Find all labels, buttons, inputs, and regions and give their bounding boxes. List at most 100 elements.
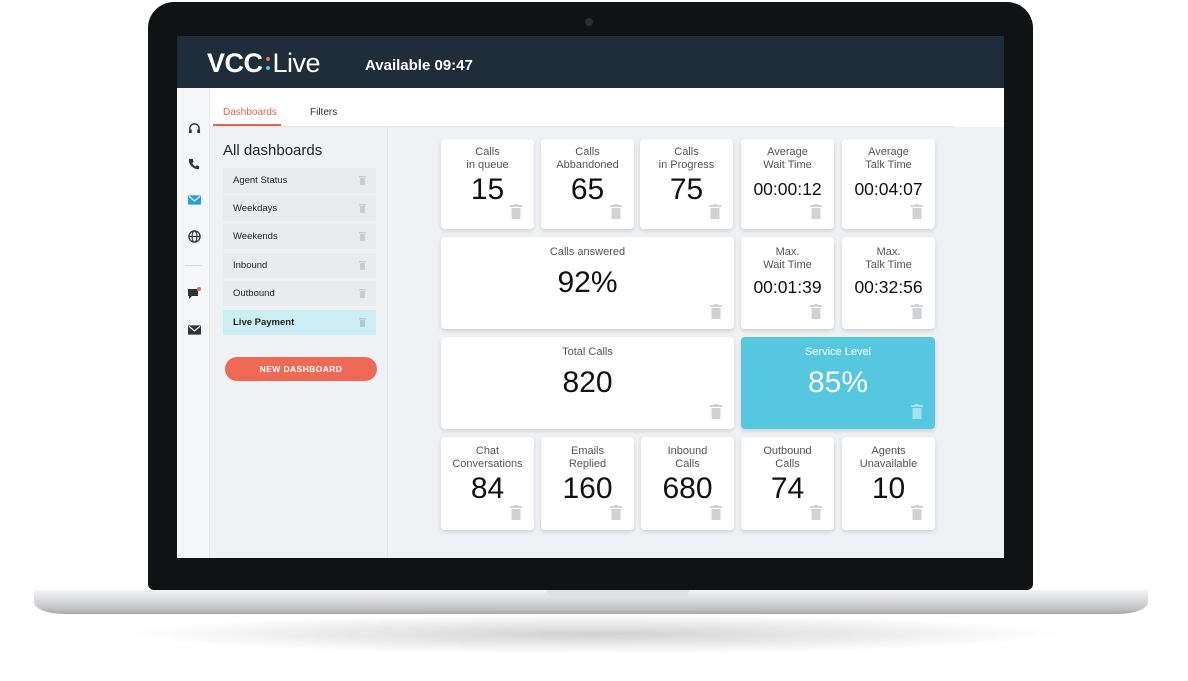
vcc-live-logo: VCC Live [207, 47, 321, 78]
metric-card-emails-replied[interactable]: Emails Replied 160 [541, 437, 634, 530]
metric-card-average-talk-time[interactable]: Average Talk Time 00:04:07 [842, 139, 935, 229]
trash-icon[interactable] [911, 505, 923, 520]
metric-value: 10 [871, 472, 906, 505]
trash-icon[interactable] [610, 204, 622, 219]
trash-icon[interactable] [911, 404, 923, 419]
metric-value: 92% [557, 266, 618, 299]
metric-value: 00:00:12 [753, 179, 822, 199]
mail-icon[interactable] [186, 322, 202, 338]
dashboard-item-label: Outbound [233, 288, 275, 299]
trash-icon[interactable] [710, 304, 722, 319]
metric-value: 820 [562, 366, 613, 399]
trash-icon[interactable] [911, 204, 923, 219]
metric-label: Calls in Progress [658, 146, 715, 171]
dashboard-item-agent-status[interactable]: Agent Status [223, 168, 376, 193]
metric-value: 84 [470, 472, 505, 505]
metric-value: 160 [562, 472, 613, 505]
trash-icon[interactable] [710, 404, 722, 419]
laptop-base [34, 590, 1148, 614]
logo-colon [265, 56, 270, 70]
icon-rail [177, 88, 210, 558]
sidebar-title: All dashboards [223, 142, 323, 159]
trash-icon[interactable] [810, 304, 822, 319]
trash-icon[interactable] [710, 505, 722, 520]
trash-icon[interactable] [810, 204, 822, 219]
trash-icon[interactable] [510, 204, 522, 219]
metric-label: Calls in queue [466, 146, 509, 171]
logo-left: VCC [207, 47, 263, 78]
email-icon[interactable] [186, 192, 202, 208]
trash-icon[interactable] [359, 204, 366, 213]
tab-dashboards[interactable]: Dashboards [223, 107, 277, 118]
metric-card-max-wait-time[interactable]: Max. Wait Time 00:01:39 [741, 237, 834, 329]
trash-icon[interactable] [359, 232, 366, 241]
new-dashboard-button[interactable]: NEW DASHBOARD [225, 357, 377, 381]
trash-icon[interactable] [709, 204, 721, 219]
dashboards-sidebar: All dashboards Agent Status Weekdays Wee… [210, 88, 388, 558]
trash-icon[interactable] [359, 176, 366, 185]
dashboard-item-label: Weekends [233, 231, 278, 242]
trash-icon[interactable] [510, 505, 522, 520]
metric-value: 00:04:07 [854, 179, 923, 199]
trash-icon[interactable] [359, 261, 366, 270]
dashboard-item-weekdays[interactable]: Weekdays [223, 196, 376, 221]
rail-divider [185, 265, 202, 266]
metric-label: Inbound Calls [667, 445, 708, 470]
dashboard-item-label: Agent Status [233, 175, 288, 186]
laptop-notch [547, 590, 689, 598]
dashboard-grid: Calls in queue 15 Calls Abbandoned 65 Ca… [388, 127, 1004, 558]
metric-label: Agents Unavailable [859, 445, 918, 470]
metric-label: Total Calls [562, 346, 613, 358]
dashboard-item-weekends[interactable]: Weekends [223, 224, 376, 249]
dashboard-item-live-payment[interactable]: Live Payment [223, 310, 376, 335]
metric-value: 00:32:56 [854, 277, 923, 297]
tabs-bar: Dashboards Filters [210, 88, 955, 127]
metric-card-inbound-calls[interactable]: Inbound Calls 680 [641, 437, 734, 530]
metric-card-calls-in-queue[interactable]: Calls in queue 15 [441, 139, 534, 229]
metric-card-calls-abandoned[interactable]: Calls Abbandoned 65 [541, 139, 634, 229]
metric-value: 85% [807, 366, 869, 399]
tab-filters[interactable]: Filters [310, 107, 337, 118]
metric-value: 00:01:39 [753, 277, 822, 297]
trash-icon[interactable] [911, 304, 923, 319]
dashboard-item-outbound[interactable]: Outbound [223, 281, 376, 306]
metric-card-calls-in-progress[interactable]: Calls in Progress 75 [640, 139, 733, 229]
trash-icon[interactable] [810, 505, 822, 520]
metric-label: Average Talk Time [865, 146, 912, 171]
metric-value: 75 [669, 173, 704, 206]
metric-label: Emails Replied [568, 445, 607, 470]
metric-value: 680 [662, 472, 713, 505]
agent-status: Available 09:47 [365, 57, 473, 74]
metric-label: Calls Abbandoned [556, 146, 619, 171]
dashboard-item-label: Inbound [233, 260, 268, 271]
app-header: VCC Live Available 09:47 [177, 36, 1004, 88]
trash-icon[interactable] [359, 318, 366, 327]
metric-card-service-level[interactable]: Service Level 85% [741, 337, 935, 429]
metric-card-total-calls[interactable]: Total Calls 820 [441, 337, 734, 429]
active-tab-indicator [213, 124, 281, 126]
metric-card-calls-answered[interactable]: Calls answered 92% [441, 237, 734, 329]
globe-icon[interactable] [186, 228, 202, 244]
metric-card-average-wait-time[interactable]: Average Wait Time 00:00:12 [741, 139, 834, 229]
chat-icon[interactable] [186, 286, 202, 302]
metric-label: Service Level [804, 346, 872, 358]
metric-card-outbound-calls[interactable]: Outbound Calls 74 [741, 437, 834, 530]
metric-card-chat-conversations[interactable]: Chat Conversations 84 [441, 437, 534, 530]
trash-icon[interactable] [359, 289, 366, 298]
dashboard-item-label: Live Payment [233, 317, 295, 328]
metric-label: Average Wait Time [763, 146, 812, 171]
laptop-shadow [120, 614, 1068, 654]
logo-right: Live [272, 47, 321, 78]
metric-label: Max. Talk Time [865, 246, 912, 271]
dashboard-item-inbound[interactable]: Inbound [223, 253, 376, 278]
metric-label: Calls answered [549, 246, 626, 258]
metric-label: Outbound Calls [763, 445, 812, 470]
headset-icon[interactable] [186, 120, 202, 136]
dashboard-item-label: Weekdays [233, 203, 278, 214]
metric-card-agents-unavailable[interactable]: Agents Unavailable 10 [842, 437, 935, 530]
trash-icon[interactable] [610, 505, 622, 520]
phone-icon[interactable] [186, 156, 202, 172]
metric-card-max-talk-time[interactable]: Max. Talk Time 00:32:56 [842, 237, 935, 329]
metric-label: Max. Wait Time [763, 246, 812, 271]
camera [585, 18, 593, 26]
